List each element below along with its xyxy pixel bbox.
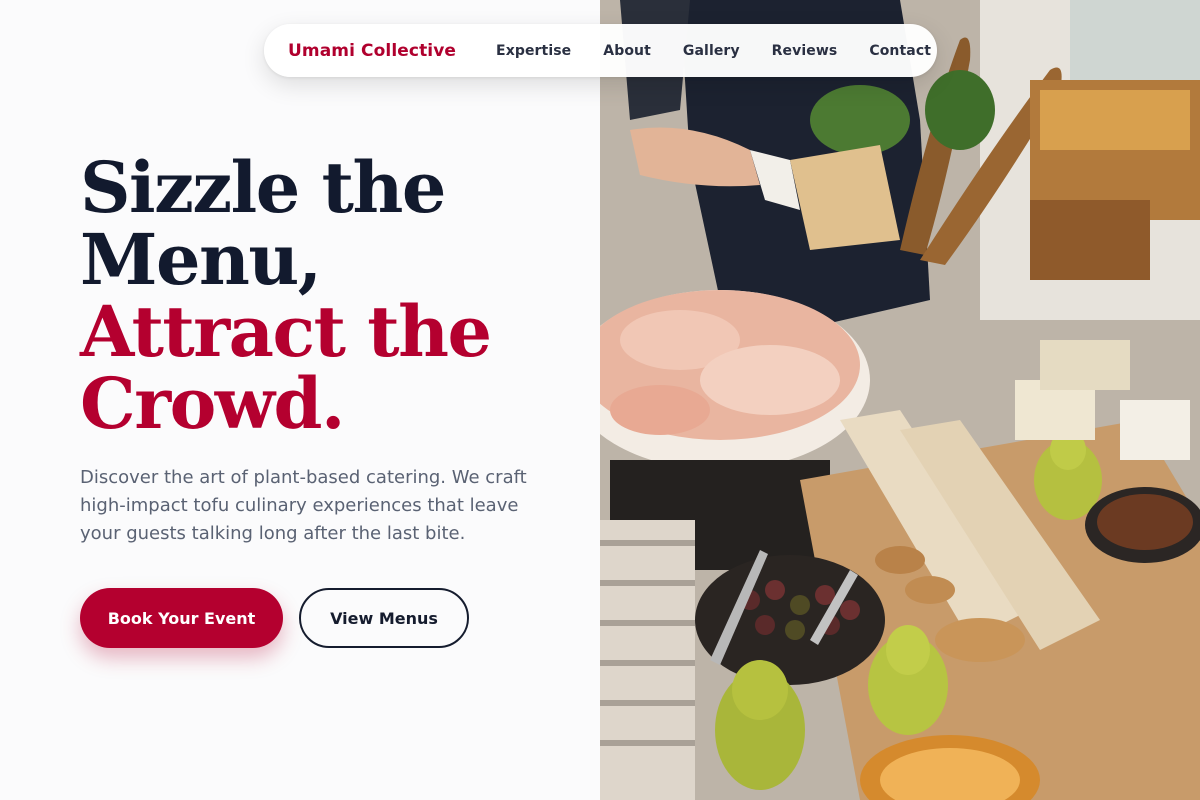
brand-logo-link[interactable]: Umami Collective: [288, 41, 456, 61]
nav-link-expertise[interactable]: Expertise: [496, 43, 571, 59]
nav-link-reviews[interactable]: Reviews: [772, 43, 838, 59]
book-event-button[interactable]: Book Your Event: [80, 588, 283, 648]
catering-spread-illustration: [600, 0, 1200, 800]
headline-accent-line-1: Attract the: [80, 290, 492, 373]
nav-link-gallery[interactable]: Gallery: [683, 43, 740, 59]
headline-accent-line-2: Crowd.: [80, 362, 345, 445]
top-navigation: Umami Collective Expertise About Gallery…: [264, 24, 937, 77]
hero-description: Discover the art of plant-based catering…: [80, 467, 527, 544]
nav-link-contact[interactable]: Contact: [869, 43, 931, 59]
headline-line-1: Sizzle the: [80, 146, 446, 229]
hero-food-photo: [600, 0, 1200, 800]
view-menus-button[interactable]: View Menus: [299, 588, 469, 648]
nav-links: Expertise About Gallery Reviews Contact: [496, 43, 931, 59]
hero-headline: Sizzle the Menu, Attract the Crowd.: [80, 152, 580, 440]
headline-line-2: Menu,: [80, 218, 322, 301]
nav-link-about[interactable]: About: [603, 43, 651, 59]
